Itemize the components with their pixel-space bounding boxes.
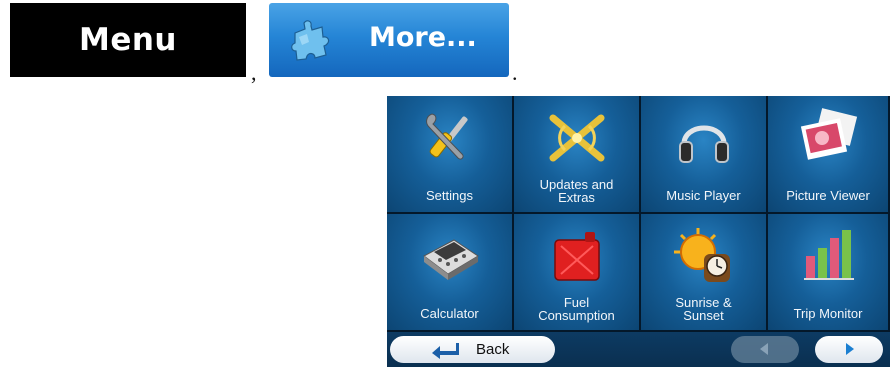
tile-music-player[interactable]: Music Player xyxy=(641,96,768,214)
tile-label: Picture Viewer xyxy=(786,188,870,203)
menu-button-label: Menu xyxy=(78,22,177,58)
tile-grid: Settings Updates andExtras Music Player xyxy=(387,96,890,332)
satellite-signal-icon xyxy=(549,114,604,162)
tile-label: Trip Monitor xyxy=(793,306,863,321)
tile-label: Updates and Extras xyxy=(539,177,614,205)
sun-clock-icon xyxy=(673,228,730,282)
next-page-button[interactable] xyxy=(815,336,883,363)
tile-label: Calculator xyxy=(420,306,479,321)
fuel-can-icon xyxy=(553,232,600,281)
tile-sunrise-and-sunset[interactable]: Sunrise & Sunset xyxy=(641,214,768,332)
tile-label: Fuel Consumption xyxy=(538,295,615,323)
tile-label: Music Player xyxy=(666,188,741,203)
tile-trip-monitor[interactable]: Trip Monitor xyxy=(768,214,890,332)
period-text: . xyxy=(512,60,518,85)
comma-text: , xyxy=(251,60,257,85)
more-menu-panel: Settings Updates andExtras Music Player xyxy=(387,96,890,367)
tile-picture-viewer[interactable]: Picture Viewer xyxy=(768,96,890,214)
previous-page-button[interactable] xyxy=(731,336,799,363)
menu-button[interactable]: Menu xyxy=(10,3,246,77)
photo-icon xyxy=(800,108,858,160)
tile-calculator[interactable]: Calculator xyxy=(387,214,514,332)
more-button[interactable]: More... xyxy=(269,3,509,77)
more-button-label: More... xyxy=(369,22,477,53)
back-button[interactable]: Back xyxy=(390,336,555,363)
tile-settings[interactable]: Settings xyxy=(387,96,514,214)
tile-label: Settings xyxy=(426,188,473,203)
tile-fuel-consumption[interactable]: Fuel Consumption xyxy=(514,214,641,332)
headphones-icon xyxy=(678,125,729,163)
calculator-icon xyxy=(422,239,479,280)
puzzle-piece-icon xyxy=(291,20,330,61)
bar-chart-icon xyxy=(804,230,854,280)
tile-label: Sunrise & Sunset xyxy=(675,295,732,323)
back-arrow-icon xyxy=(432,343,459,359)
right-arrow-icon xyxy=(846,343,854,355)
tile-updates-and-extras[interactable]: Updates and Extras xyxy=(514,96,641,214)
back-button-label: Back xyxy=(476,341,510,358)
left-arrow-icon xyxy=(760,343,768,355)
wrench-screwdriver-icon xyxy=(425,113,468,160)
bottom-bar: Back xyxy=(387,332,890,367)
